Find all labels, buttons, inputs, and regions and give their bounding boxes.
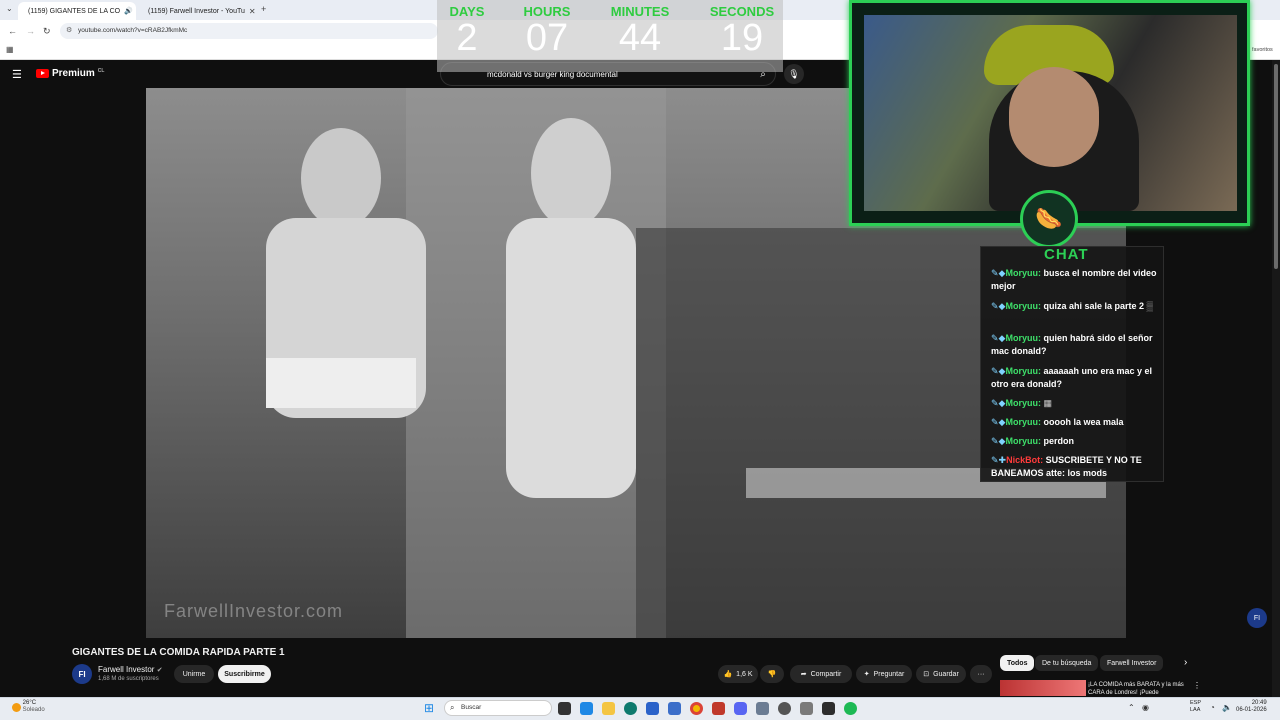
new-tab-icon[interactable]: + [261,4,266,14]
search-icon: ⌕ [450,703,455,712]
reload-icon[interactable]: ↻ [43,26,51,37]
countdown-seconds: SECONDS 19 [709,4,775,59]
dislike-button[interactable]: 👎 [760,665,784,683]
thumbs-up-icon: 👍 [723,671,733,678]
windows-start-icon[interactable]: ⊞ [424,701,434,715]
back-icon[interactable]: ← [8,26,17,36]
channel-name[interactable]: Farwell Investor ✔ [98,665,163,674]
youtube-play-icon [36,69,49,78]
windows-taskbar [0,697,1280,720]
verified-icon: ✔ [156,667,163,674]
webcam-feed [864,15,1237,211]
site-info-icon[interactable]: ⚙ [66,26,72,34]
discord-icon[interactable] [734,702,747,715]
spotify-icon[interactable] [844,702,857,715]
tab-gigantes[interactable]: (1159) GIGANTES DE LA CO 🔊 ✕ [18,2,136,20]
thumbs-down-icon: 👎 [767,671,777,678]
chip-todos[interactable]: Todos [1000,655,1035,671]
subscriber-count: 1,68 M de suscriptores [98,676,159,682]
close-tab-icon[interactable]: ✕ [249,7,256,16]
taskbar-clock[interactable]: 20:49 06-01-2026 [1236,700,1267,714]
apps-grid-icon[interactable]: ▦ [6,45,14,54]
app-red-icon[interactable] [712,702,725,715]
ask-button[interactable]: ✦ Preguntar [856,665,912,683]
chat-message: ✎✚NickBot: SUSCRIBETE Y NO TE BANEAMOS a… [991,455,1142,478]
webcam-face [1009,67,1099,167]
chat-badges-icon: ✎◆ [991,436,1006,446]
chat-message: ✎◆Moryuu: ▦ [991,398,1052,408]
chat-badges-icon: ✎◆ [991,268,1006,278]
share-button[interactable]: ➦ Compartir [790,665,852,683]
menu-icon[interactable]: ☰ [12,68,22,81]
bookmark-icon: ⊡ [923,671,930,678]
chat-message: ✎◆Moryuu: busca el nombre del video mejo… [991,268,1157,291]
mail-app-icon[interactable] [668,702,681,715]
channel-avatar[interactable]: FI [72,664,92,684]
terminal-icon[interactable] [822,702,835,715]
floating-channel-avatar[interactable]: FI [1247,608,1267,628]
wifi-icon[interactable]: ◔ [1210,703,1215,712]
hotdog-badge-icon: 🌭 [1020,190,1078,248]
file-explorer-icon[interactable] [602,702,615,715]
emote-icon: ▦ [1043,398,1052,408]
chip-farwell-investor[interactable]: Farwell Investor [1100,655,1164,671]
chat-badges-icon: ✎◆ [991,398,1006,408]
edge-browser-icon[interactable] [624,702,637,715]
chip-de-tu-busqueda[interactable]: De tu búsqueda [1035,655,1099,671]
video-watermark: FarwellInvestor.com [164,601,344,621]
sun-icon [12,702,21,712]
more-actions-button[interactable]: ··· [970,665,992,683]
countdown-overlay: DAYS 2 HOURS 07 MINUTES 44 SECONDS 19 [437,0,783,72]
countdown-minutes: MINUTES 44 [610,4,670,59]
chat-message: ✎◆Moryuu: ooooh la wea mala [991,417,1124,427]
chat-title: CHAT [1044,246,1089,263]
chat-badges-icon: ✎◆ [991,301,1006,311]
settings-gear-icon[interactable] [778,702,791,715]
chat-badges-icon: ✎◆ [991,333,1006,343]
tab-search-icon[interactable]: ⌄ [6,4,13,13]
save-button[interactable]: ⊡ Guardar [916,665,966,683]
join-button[interactable]: Unirme [174,665,214,683]
chevron-right-icon[interactable]: › [1184,657,1187,668]
chat-message: ✎◆Moryuu: quien habrá sido el señor mac … [991,333,1153,356]
related-video-title[interactable]: ¡LA COMIDA más BARATA y la más CARA de L… [1088,681,1188,697]
subscribe-button[interactable]: Suscribirme [218,665,271,683]
chat-badges-icon: ✎◆ [991,366,1006,376]
video-title: GIGANTES DE LA COMIDA RAPIDA PARTE 1 [72,647,285,658]
countdown-hours: HOURS 07 [523,4,571,59]
like-button[interactable]: 👍 1,6 K [718,665,758,683]
url-field[interactable]: ⚙ youtube.com/watch?v=cRAB2JfkmMc [60,23,438,39]
taskbar-search[interactable]: ⌕ Buscar [444,700,552,716]
related-video-thumbnail[interactable] [1000,680,1086,696]
bookmarks-folder-label[interactable]: favoritos [1252,47,1273,53]
chat-overlay: ✎◆Moryuu: busca el nombre del video mejo… [980,246,1164,482]
widget-app-icon[interactable] [580,702,593,715]
tab-farwell-investor[interactable]: (1159) Farwell Investor - YouTu ✕ [138,2,256,20]
chrome-icon[interactable] [690,702,703,715]
tray-app-icon[interactable]: ◉ [1142,703,1149,712]
app-tool-icon[interactable] [800,702,813,715]
store-app-icon[interactable] [646,702,659,715]
chat-badges-icon: ✎✚ [991,455,1007,465]
sparkle-icon: ✦ [863,671,870,678]
tray-chevron-icon[interactable]: ⌃ [1128,703,1135,712]
countdown-days: DAYS 2 [449,4,485,59]
chat-badges-icon: ✎◆ [991,417,1006,427]
share-icon: ➦ [800,671,807,678]
voice-search-icon[interactable]: 🎙 [784,64,804,84]
chat-message: ✎◆Moryuu: quiza ahi sale la parte 2 ▒ [991,301,1153,311]
forward-icon[interactable]: → [26,26,35,36]
emote-icon: ▒ [1146,301,1153,311]
chat-message: ✎◆Moryuu: aaaaaah uno era mac y el otro … [991,366,1153,389]
volume-icon[interactable]: 🔈 [1222,703,1232,712]
audio-icon[interactable]: 🔊 [124,7,133,15]
related-more-icon[interactable]: ⋮ [1193,681,1201,690]
chat-message: ✎◆Moryuu: perdon [991,436,1074,446]
scrollbar-thumb[interactable] [1274,64,1278,269]
weather-widget[interactable]: 26°C Soleado [12,700,45,714]
app-gray-icon[interactable] [756,702,769,715]
youtube-logo[interactable]: Premium CL [36,68,104,79]
language-indicator[interactable]: ESP LAA [1190,700,1201,714]
task-view-icon[interactable] [558,702,571,715]
